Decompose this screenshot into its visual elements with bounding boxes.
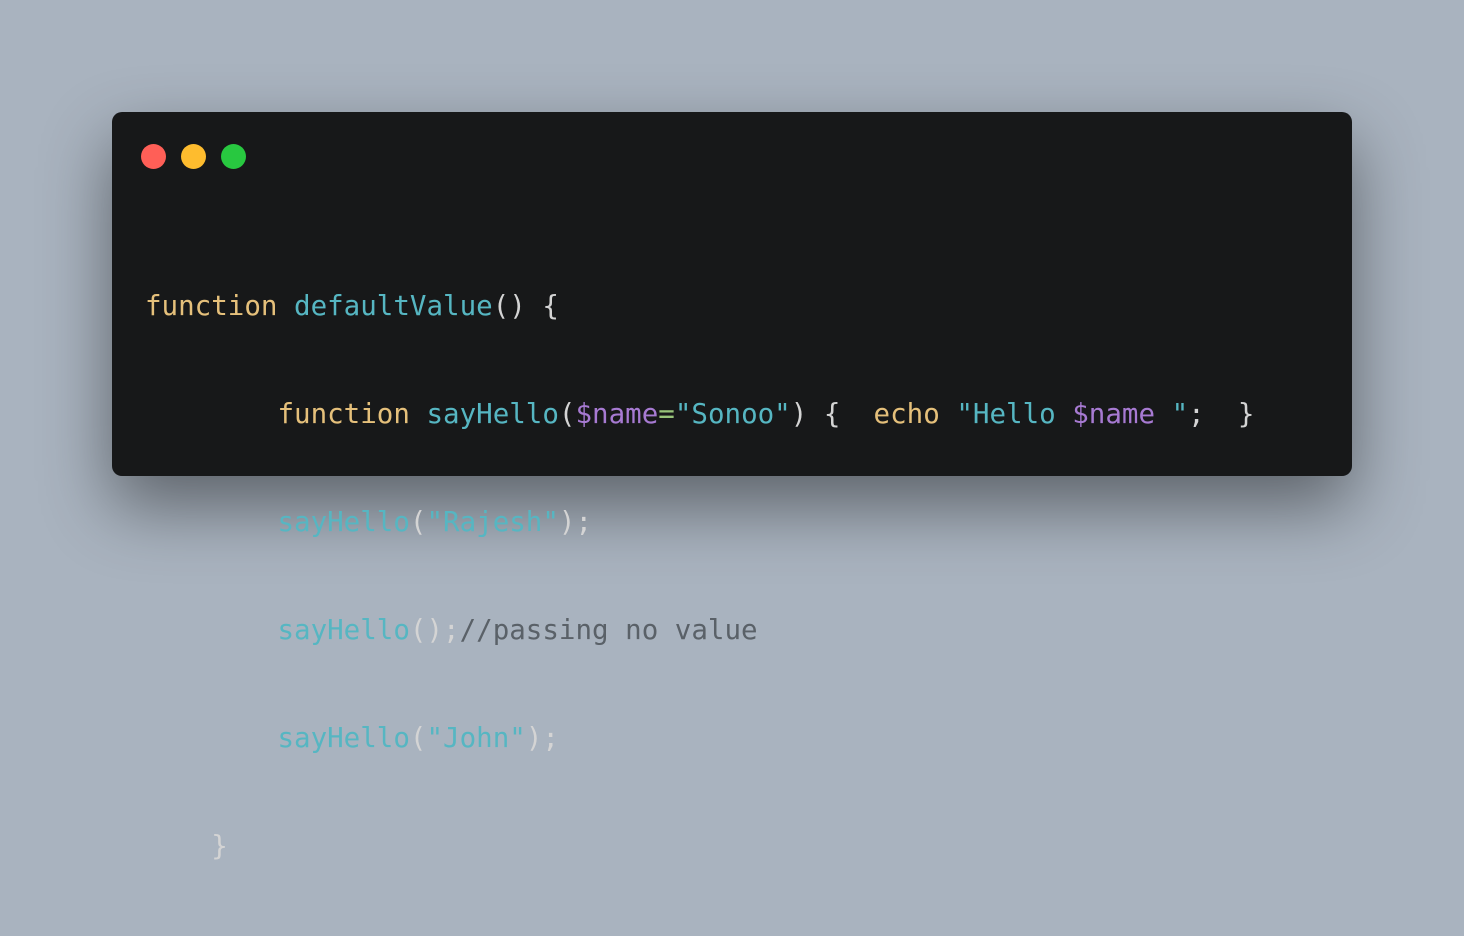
operator: = [658, 398, 675, 430]
function-name: sayHello [277, 614, 410, 646]
code-line: } [145, 828, 1254, 864]
code-line: sayHello("Rajesh"); [145, 504, 1254, 540]
punctuation: ) { [790, 398, 874, 430]
maximize-button[interactable] [221, 144, 246, 169]
punctuation: } [211, 830, 228, 862]
function-name: defaultValue [294, 290, 493, 322]
punctuation: ); [525, 722, 559, 754]
punctuation: (); [409, 614, 460, 646]
code-window: function defaultValue() { function sayHe… [112, 112, 1352, 862]
close-button[interactable] [141, 144, 166, 169]
keyword: function [277, 398, 410, 430]
keyword: echo [873, 398, 940, 430]
string: "Rajesh" [426, 506, 559, 538]
function-name: sayHello [277, 722, 410, 754]
function-name: sayHello [277, 506, 410, 538]
code-line: function sayHello($name="Sonoo") { echo … [145, 396, 1254, 432]
punctuation: ( [409, 506, 427, 538]
string: "John" [426, 722, 526, 754]
keyword: function [145, 290, 278, 322]
string: " [1155, 398, 1189, 430]
function-name: sayHello [426, 398, 559, 430]
string: "Sonoo" [674, 398, 791, 430]
punctuation: ); [558, 506, 593, 538]
comment: //passing no value [459, 614, 758, 646]
variable: $name [575, 398, 659, 430]
punctuation: ( [409, 722, 427, 754]
code-line: sayHello();//passing no value [145, 612, 1254, 648]
string: "Hello [956, 398, 1073, 430]
code-line: sayHello("John"); [145, 720, 1254, 756]
code-block: function defaultValue() { function sayHe… [145, 216, 1254, 936]
punctuation: ( [558, 398, 576, 430]
code-line: function defaultValue() { [145, 288, 1254, 324]
punctuation: () { [492, 290, 559, 322]
punctuation: ; } [1188, 398, 1255, 430]
minimize-button[interactable] [181, 144, 206, 169]
variable: $name [1072, 398, 1156, 430]
